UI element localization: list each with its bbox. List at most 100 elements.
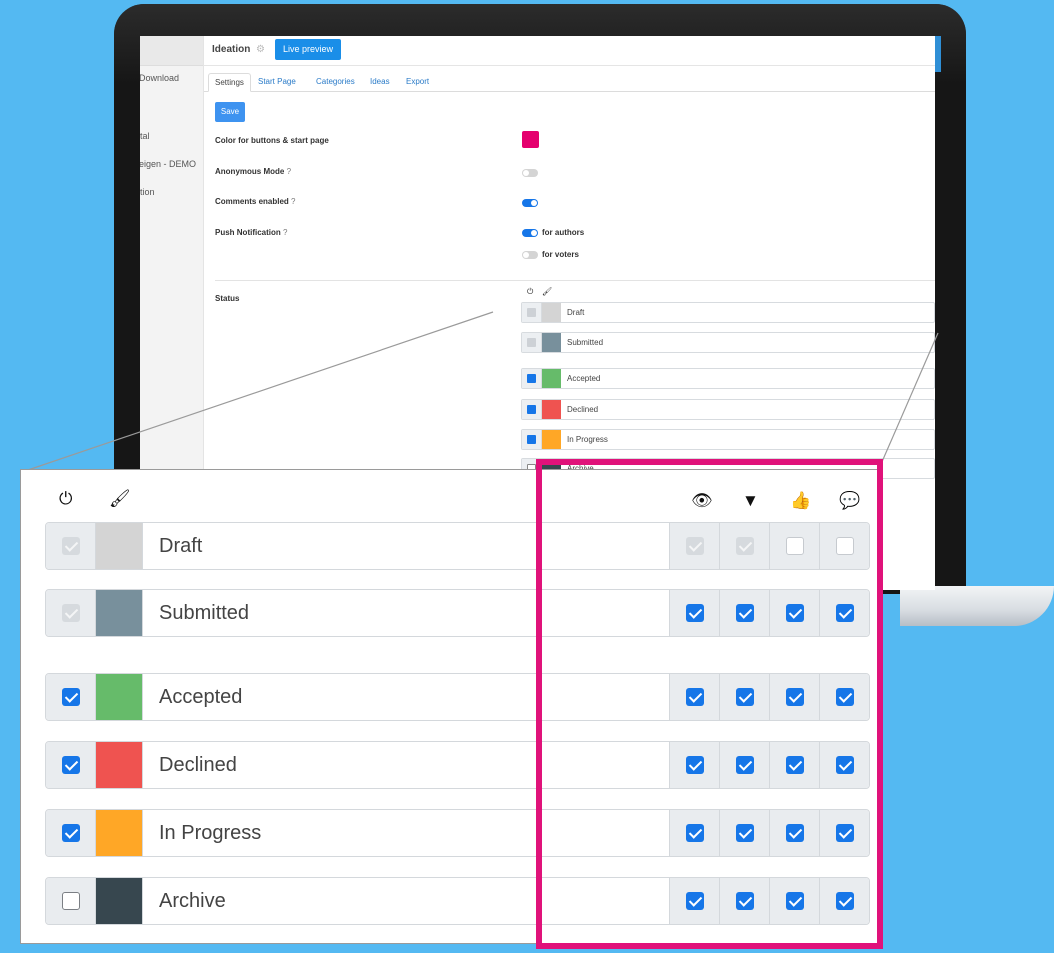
mini-status-name: In Progress [567, 435, 608, 444]
permission-cell [669, 878, 719, 924]
status-name-field[interactable]: Submitted [142, 590, 667, 636]
comment-permission-checkbox[interactable] [836, 688, 854, 706]
mini-status-row: Accepted [521, 368, 935, 389]
mini-color-swatch[interactable] [542, 303, 561, 322]
mini-active-checkbox[interactable] [527, 435, 536, 444]
permission-cell [669, 742, 719, 788]
comments-label: Comments enabled ? [215, 197, 296, 206]
permission-cell [769, 590, 819, 636]
permission-cell [819, 523, 869, 569]
comment-permission-checkbox[interactable] [836, 537, 854, 555]
visible-permission-checkbox[interactable] [686, 824, 704, 842]
vote-permission-checkbox[interactable] [786, 824, 804, 842]
mini-color-swatch[interactable] [542, 333, 561, 352]
filter-permission-checkbox[interactable] [736, 537, 754, 555]
status-name-field[interactable]: Archive [142, 878, 667, 924]
mini-status-row: Declined [521, 399, 935, 420]
tab-categories[interactable]: Categories [310, 73, 361, 92]
filter-permission-checkbox[interactable] [736, 892, 754, 910]
permission-cell [719, 674, 769, 720]
save-button[interactable]: Save [215, 102, 245, 122]
status-name-field[interactable]: Accepted [142, 674, 667, 720]
status-active-checkbox[interactable] [62, 756, 80, 774]
vote-permission-checkbox[interactable] [786, 892, 804, 910]
sidebar-item-demo[interactable]: eigen - DEMO [140, 159, 196, 169]
status-name-field[interactable]: In Progress [142, 810, 667, 856]
vote-permission-checkbox[interactable] [786, 537, 804, 555]
comment-permission-checkbox[interactable] [836, 756, 854, 774]
status-name-field[interactable]: Declined [142, 742, 667, 788]
visible-permission-checkbox[interactable] [686, 756, 704, 774]
accent-color-picker[interactable] [522, 131, 539, 148]
filter-permission-checkbox[interactable] [736, 688, 754, 706]
permission-cell [669, 590, 719, 636]
mini-active-checkbox[interactable] [527, 405, 536, 414]
status-active-cell [46, 523, 96, 569]
tab-ideas[interactable]: Ideas [364, 73, 396, 92]
tab-settings[interactable]: Settings [208, 73, 251, 92]
status-color-swatch[interactable] [96, 742, 142, 788]
gear-icon[interactable]: ⚙ [256, 44, 265, 55]
mini-color-swatch[interactable] [542, 400, 561, 419]
anonymous-mode-toggle[interactable] [522, 169, 538, 177]
laptop-base [900, 586, 1054, 626]
mini-active-cell [522, 400, 542, 419]
sidebar-item-ideation[interactable]: tion [140, 187, 155, 197]
status-color-swatch[interactable] [96, 810, 142, 856]
permission-cell [719, 523, 769, 569]
visible-permission-checkbox[interactable] [686, 537, 704, 555]
page-title: Ideation [212, 44, 251, 55]
vote-permission-checkbox[interactable] [786, 688, 804, 706]
status-name-field[interactable]: Draft [142, 523, 667, 569]
push-authors-toggle[interactable] [522, 229, 538, 237]
mini-status-name: Declined [567, 405, 599, 414]
mini-color-swatch[interactable] [542, 369, 561, 388]
anonymous-mode-label: Anonymous Mode ? [215, 167, 292, 176]
status-active-checkbox[interactable] [62, 688, 80, 706]
comment-permission-checkbox[interactable] [836, 824, 854, 842]
comments-toggle[interactable] [522, 199, 538, 207]
sidebar-item-download[interactable]: Download [140, 73, 179, 83]
tab-start-page[interactable]: Start Page [252, 73, 302, 92]
mini-active-checkbox[interactable] [527, 308, 536, 317]
vote-permission-checkbox[interactable] [786, 756, 804, 774]
mini-status-row: Draft [521, 302, 935, 323]
status-active-cell [46, 674, 96, 720]
comment-permission-checkbox[interactable] [836, 604, 854, 622]
push-authors-label: for authors [542, 228, 585, 237]
mini-active-cell [522, 333, 542, 352]
vote-permission-checkbox[interactable] [786, 604, 804, 622]
brush-icon: 🖌 [109, 489, 131, 508]
status-row: Declined [45, 741, 870, 789]
mini-status-row: Submitted [521, 332, 935, 353]
mini-active-cell [522, 430, 542, 449]
mini-color-swatch[interactable] [542, 430, 561, 449]
status-color-swatch[interactable] [96, 523, 142, 569]
permission-cell [719, 742, 769, 788]
status-active-cell [46, 742, 96, 788]
permission-cell [769, 810, 819, 856]
status-color-swatch[interactable] [96, 878, 142, 924]
permission-cell [819, 590, 869, 636]
comment-permission-checkbox[interactable] [836, 892, 854, 910]
visible-permission-checkbox[interactable] [686, 892, 704, 910]
status-color-swatch[interactable] [96, 590, 142, 636]
tab-export[interactable]: Export [400, 73, 435, 92]
status-active-checkbox[interactable] [62, 824, 80, 842]
status-color-swatch[interactable] [96, 674, 142, 720]
visible-permission-checkbox[interactable] [686, 688, 704, 706]
status-active-checkbox[interactable] [62, 892, 80, 910]
filter-permission-checkbox[interactable] [736, 824, 754, 842]
visible-permission-checkbox[interactable] [686, 604, 704, 622]
tab-bar: Settings Start Page Categories Ideas Exp… [204, 70, 935, 92]
mini-active-checkbox[interactable] [527, 374, 536, 383]
filter-permission-checkbox[interactable] [736, 756, 754, 774]
status-row: Archive [45, 877, 870, 925]
push-voters-toggle[interactable] [522, 251, 538, 259]
live-preview-button[interactable]: Live preview [275, 39, 342, 60]
status-active-checkbox[interactable] [62, 537, 80, 555]
sidebar-item-portal[interactable]: tal [140, 131, 150, 141]
status-active-checkbox[interactable] [62, 604, 80, 622]
mini-active-checkbox[interactable] [527, 338, 536, 347]
filter-permission-checkbox[interactable] [736, 604, 754, 622]
